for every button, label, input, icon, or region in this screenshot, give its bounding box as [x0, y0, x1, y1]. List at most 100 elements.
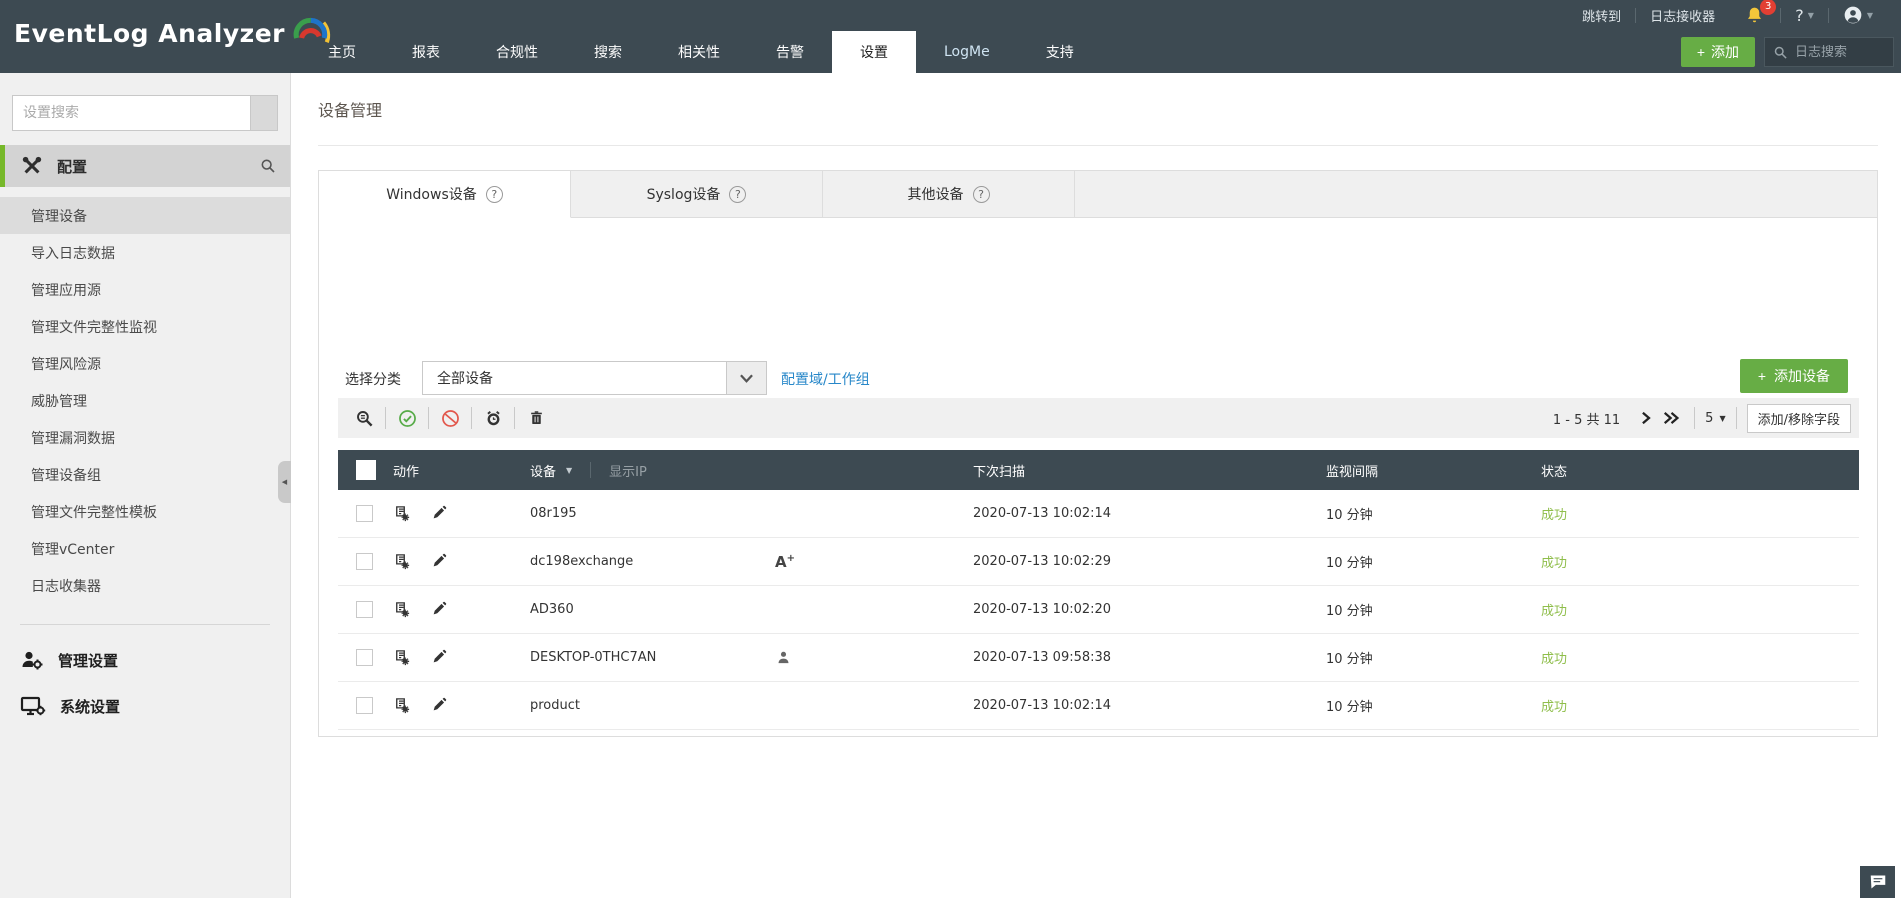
help-icon[interactable]: ?: [973, 186, 990, 203]
sidebar-item-log-collector[interactable]: 日志收集器: [0, 567, 290, 604]
schedule-alarm-icon[interactable]: [477, 409, 509, 428]
nav-alerts[interactable]: 告警: [748, 31, 832, 73]
user-menu-button[interactable]: ▼: [1829, 5, 1887, 25]
row-checkbox[interactable]: [356, 553, 373, 570]
global-add-button[interactable]: + 添加: [1681, 37, 1755, 67]
disable-block-icon[interactable]: [434, 409, 466, 428]
edit-pencil-icon[interactable]: [431, 601, 447, 619]
feedback-chat-button[interactable]: [1860, 866, 1895, 898]
nav-logme[interactable]: LogMe: [916, 31, 1018, 73]
scan-status[interactable]: 成功: [1541, 648, 1859, 667]
help-icon[interactable]: ?: [729, 186, 746, 203]
tab-other-devices[interactable]: 其他设备 ?: [823, 171, 1075, 217]
category-filter-label: 选择分类: [345, 369, 401, 389]
sidebar-item-manage-vcenter[interactable]: 管理vCenter: [0, 530, 290, 567]
help-menu-button[interactable]: ? ▼: [1781, 6, 1828, 25]
scan-search-icon[interactable]: [348, 409, 380, 428]
nav-home[interactable]: 主页: [300, 31, 384, 73]
device-name[interactable]: dc198exchange: [530, 554, 633, 569]
device-management-panel: Windows设备 ? Syslog设备 ? 其他设备 ? 选择分类 全部设备 …: [318, 170, 1878, 737]
nav-reports[interactable]: 报表: [384, 31, 468, 73]
device-name[interactable]: product: [530, 698, 580, 713]
sort-caret-icon[interactable]: ▼: [566, 466, 572, 475]
jump-to-link[interactable]: 跳转到: [1568, 6, 1635, 25]
log-search-input[interactable]: [1795, 45, 1881, 60]
user-bust-icon[interactable]: [775, 649, 792, 666]
sidebar-section-configuration[interactable]: 配置: [0, 145, 290, 187]
global-add-label: 添加: [1711, 42, 1739, 62]
add-remove-fields-button[interactable]: 添加/移除字段: [1747, 404, 1851, 433]
sidebar-item-admin-settings[interactable]: 管理设置: [0, 637, 290, 683]
sidebar-item-import-log-data[interactable]: 导入日志数据: [0, 234, 290, 271]
update-log-source-icon[interactable]: [393, 553, 411, 571]
sidebar-menu: 管理设备 导入日志数据 管理应用源 管理文件完整性监视 管理风险源 威胁管理 管…: [0, 197, 290, 604]
row-checkbox[interactable]: [356, 697, 373, 714]
category-select[interactable]: 全部设备: [422, 361, 767, 395]
scan-status[interactable]: 成功: [1541, 552, 1859, 571]
sidebar-item-system-settings[interactable]: 系统设置: [0, 683, 290, 729]
display-name-add-icon[interactable]: A+: [775, 554, 795, 570]
nav-settings[interactable]: 设置: [832, 31, 916, 73]
tab-windows-devices[interactable]: Windows设备 ?: [319, 171, 571, 218]
tab-label: Syslog设备: [647, 184, 721, 204]
sidebar-item-manage-devices[interactable]: 管理设备: [0, 197, 290, 234]
app-logo[interactable]: EventLog Analyzer: [14, 12, 331, 54]
settings-search-button[interactable]: [250, 95, 278, 131]
sidebar-item-manage-device-groups[interactable]: 管理设备组: [0, 456, 290, 493]
edit-pencil-icon[interactable]: [431, 697, 447, 715]
row-checkbox[interactable]: [356, 505, 373, 522]
sidebar-collapse-handle[interactable]: ◀: [278, 461, 291, 503]
section-search-icon[interactable]: [260, 158, 276, 174]
row-checkbox[interactable]: [356, 601, 373, 618]
nav-correlation[interactable]: 相关性: [650, 31, 748, 73]
log-receiver-link[interactable]: 日志接收器: [1636, 6, 1729, 25]
device-name[interactable]: AD360: [530, 602, 574, 617]
sidebar-item-manage-risk-sources[interactable]: 管理风险源: [0, 345, 290, 382]
update-log-source-icon[interactable]: [393, 505, 411, 523]
notifications-button[interactable]: 3: [1729, 6, 1780, 25]
configure-domain-workgroup-link[interactable]: 配置域/工作组: [781, 369, 870, 389]
col-display-ip[interactable]: 显示IP: [609, 461, 647, 480]
device-name[interactable]: 08r195: [530, 506, 577, 521]
update-log-source-icon[interactable]: [393, 649, 411, 667]
device-name[interactable]: DESKTOP-0THC7AN: [530, 650, 656, 665]
last-page-icon[interactable]: [1658, 411, 1684, 425]
sidebar-item-manage-application-sources[interactable]: 管理应用源: [0, 271, 290, 308]
delete-trash-icon[interactable]: [520, 409, 552, 427]
nav-support[interactable]: 支持: [1018, 31, 1102, 73]
update-log-source-icon[interactable]: [393, 697, 411, 715]
settings-search-input[interactable]: [12, 95, 250, 131]
select-all-checkbox[interactable]: [356, 460, 376, 480]
monitor-interval: 10 分钟: [1326, 504, 1541, 523]
edit-pencil-icon[interactable]: [431, 649, 447, 667]
scan-status[interactable]: 成功: [1541, 600, 1859, 619]
monitor-gear-icon: [20, 694, 46, 718]
sidebar-item-threat-management[interactable]: 威胁管理: [0, 382, 290, 419]
sidebar-item-manage-vulnerability-data[interactable]: 管理漏洞数据: [0, 419, 290, 456]
main-nav: 主页 报表 合规性 搜索 相关性 告警 设置 LogMe 支持: [300, 31, 1102, 73]
row-checkbox[interactable]: [356, 649, 373, 666]
page-size-select[interactable]: 5 ▼: [1705, 411, 1725, 426]
sidebar: 配置 管理设备 导入日志数据 管理应用源 管理文件完整性监视 管理风险源 威胁管…: [0, 73, 291, 898]
log-search-box[interactable]: [1764, 37, 1894, 67]
tab-syslog-devices[interactable]: Syslog设备 ?: [571, 171, 823, 217]
tab-label: 其他设备: [908, 184, 964, 204]
add-device-button[interactable]: + 添加设备: [1740, 359, 1848, 393]
col-device[interactable]: 设备: [530, 461, 556, 480]
help-icon[interactable]: ?: [486, 186, 503, 203]
edit-pencil-icon[interactable]: [431, 505, 447, 523]
nav-search[interactable]: 搜索: [566, 31, 650, 73]
page-title: 设备管理: [318, 97, 382, 121]
sidebar-item-manage-fim[interactable]: 管理文件完整性监视: [0, 308, 290, 345]
edit-pencil-icon[interactable]: [431, 553, 447, 571]
nav-compliance[interactable]: 合规性: [468, 31, 566, 73]
divider: [385, 407, 386, 429]
scan-status[interactable]: 成功: [1541, 504, 1859, 523]
sidebar-item-manage-fim-templates[interactable]: 管理文件完整性模板: [0, 493, 290, 530]
scan-status[interactable]: 成功: [1541, 696, 1859, 715]
plus-icon: +: [1758, 368, 1766, 384]
update-log-source-icon[interactable]: [393, 601, 411, 619]
chevron-down-icon: ▼: [1867, 11, 1873, 20]
next-page-icon[interactable]: [1632, 411, 1658, 425]
enable-check-icon[interactable]: [391, 409, 423, 428]
